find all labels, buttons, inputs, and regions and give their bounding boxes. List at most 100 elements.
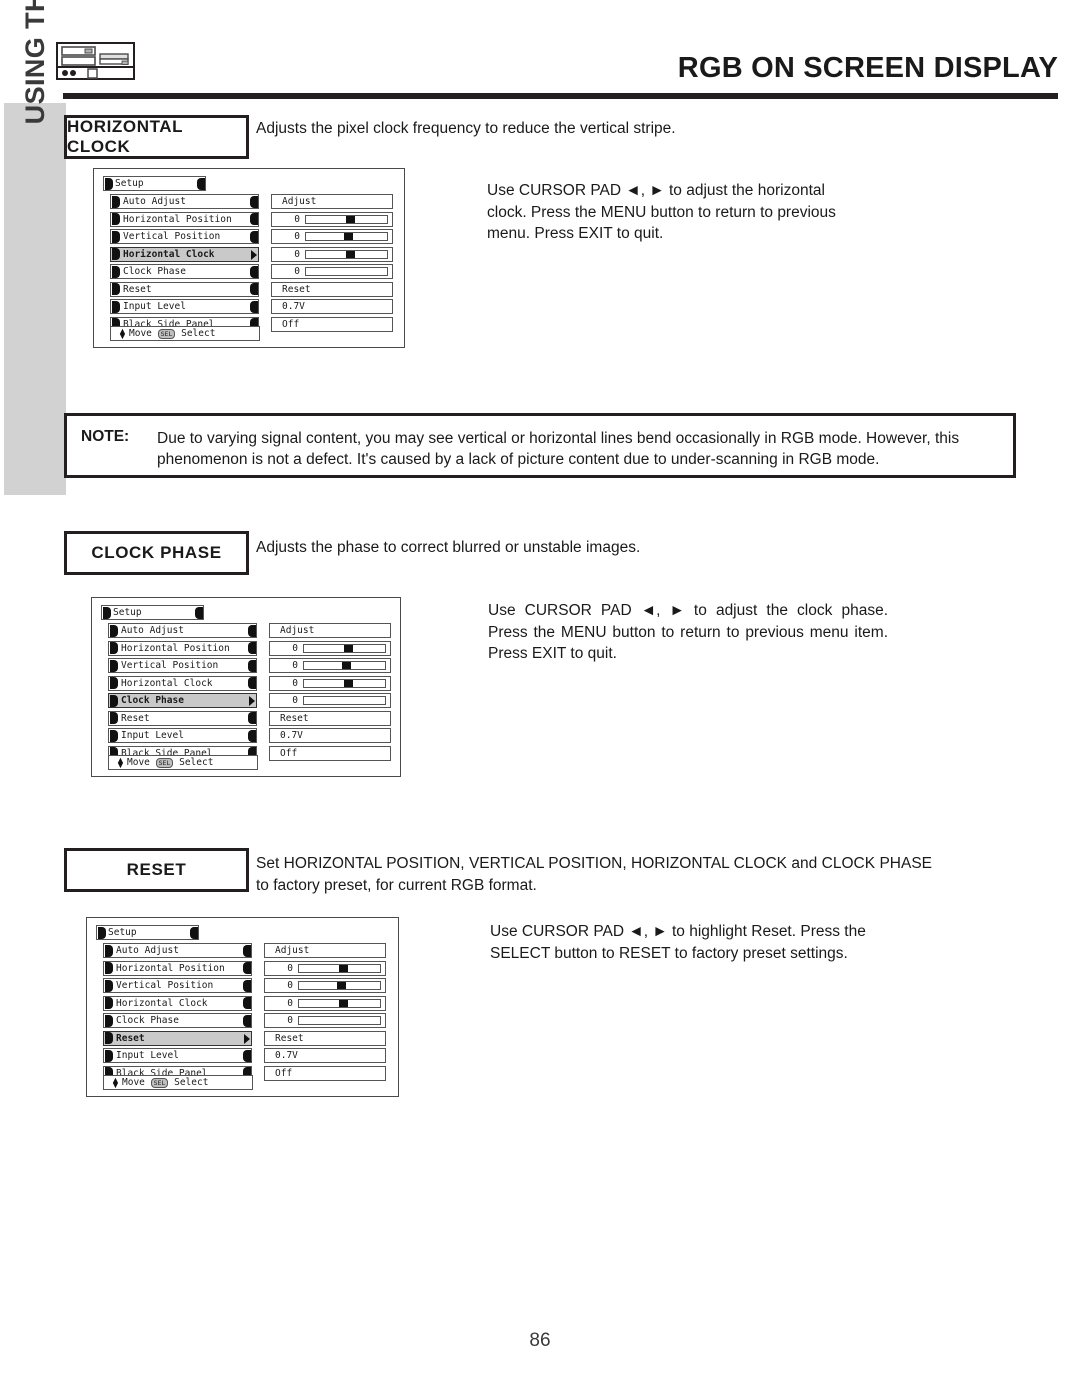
osd-row-label-box[interactable]: Horizontal Position [103, 960, 252, 976]
osd-row-slider-thumb[interactable] [342, 662, 352, 669]
osd-row-clock-phase[interactable]: Clock Phase 0 [103, 264, 395, 279]
osd-row-slider-thumb[interactable] [343, 644, 353, 652]
osd-row-left-cap-icon [109, 712, 118, 724]
osd-row-label-box[interactable]: Horizontal Clock [103, 995, 252, 1011]
osd-row-slider[interactable] [298, 963, 381, 973]
osd-row-value-box[interactable]: Off [269, 745, 391, 761]
osd-row-value-box[interactable]: Off [271, 316, 393, 332]
osd-row-vertical-position[interactable]: Vertical Position 0 [103, 229, 395, 244]
osd-row-input-level[interactable]: Input Level 0.7V [103, 299, 395, 314]
osd-row-label: Auto Adjust [116, 945, 179, 956]
osd-row-value-box[interactable]: 0 [269, 693, 391, 708]
osd-row-label-box[interactable]: Input Level [110, 299, 259, 314]
osd-row-slider-thumb[interactable] [337, 982, 347, 989]
osd-row-label-box[interactable]: Clock Phase [110, 264, 259, 279]
osd-row-label-box[interactable]: Vertical Position [108, 658, 257, 673]
sel-key-icon: SEL [150, 1078, 169, 1088]
osd-row-value-box[interactable]: 0 [271, 211, 393, 227]
osd-row-horizontal-clock[interactable]: Horizontal Clock 0 [96, 995, 389, 1011]
osd-row-value-box[interactable]: 0 [271, 229, 393, 244]
osd-row-slider[interactable] [303, 678, 386, 688]
osd-row-auto-adjust[interactable]: Auto Adjust Adjust [103, 194, 395, 209]
osd-row-value-box[interactable]: 0 [264, 960, 386, 976]
osd-row-label-box[interactable]: Auto Adjust [108, 623, 257, 638]
osd-row-value-box[interactable]: Adjust [269, 623, 391, 638]
osd-row-label-box[interactable]: Clock Phase [103, 1013, 252, 1028]
osd-row-label-box[interactable]: Reset [110, 281, 259, 297]
osd-row-value-number: 0 [292, 695, 298, 706]
osd-row-value-box[interactable]: 0 [271, 264, 393, 279]
osd-row-value-box[interactable]: 0 [271, 246, 393, 262]
osd-row-label-box[interactable]: Horizontal Position [110, 211, 259, 227]
osd-row-auto-adjust[interactable]: Auto Adjust Adjust [101, 623, 391, 638]
osd-row-value-box[interactable]: Off [264, 1065, 386, 1081]
osd-row-slider-thumb[interactable] [338, 964, 348, 972]
osd-row-vertical-position[interactable]: Vertical Position 0 [96, 978, 389, 993]
osd-row-horizontal-position[interactable]: Horizontal Position 0 [103, 211, 395, 227]
osd-row-value-box[interactable]: Adjust [264, 943, 386, 958]
osd-row-left-cap-icon [111, 248, 120, 260]
osd-row-slider-thumb[interactable] [343, 679, 353, 687]
osd-row-slider[interactable] [305, 214, 388, 224]
osd-row-value-box[interactable]: Reset [269, 710, 391, 726]
osd-row-clock-phase[interactable]: Clock Phase 0 [96, 1013, 389, 1028]
osd-row-horizontal-clock[interactable]: Horizontal Clock 0 [101, 675, 391, 691]
osd-row-value-box[interactable]: 0 [264, 1013, 386, 1028]
osd-row-label-box[interactable]: Input Level [108, 728, 257, 743]
osd-row-label-box[interactable]: Vertical Position [103, 978, 252, 993]
osd-row-label-box[interactable]: Horizontal Clock [108, 675, 257, 691]
osd-row-slider-thumb[interactable] [345, 215, 355, 223]
osd-row-label-box[interactable]: Vertical Position [110, 229, 259, 244]
osd-row-reset[interactable]: Reset Reset [103, 281, 395, 297]
osd-row-input-level[interactable]: Input Level 0.7V [96, 1048, 389, 1063]
osd-row-label-box[interactable]: Reset [103, 1030, 252, 1046]
osd-row-value-box[interactable]: Adjust [271, 194, 393, 209]
osd-row-value-box[interactable]: 0.7V [271, 299, 393, 314]
osd-row-vertical-position[interactable]: Vertical Position 0 [101, 658, 391, 673]
osd-row-label-box[interactable]: Auto Adjust [110, 194, 259, 209]
osd-row-slider-thumb[interactable] [344, 233, 354, 240]
osd-row-right-cap-icon [242, 1049, 251, 1062]
osd-row-slider[interactable] [305, 267, 388, 276]
osd-row-value-box[interactable]: Reset [264, 1030, 386, 1046]
osd-row-label-box[interactable]: Input Level [103, 1048, 252, 1063]
osd-row-slider[interactable] [305, 232, 388, 241]
osd-row-slider-thumb[interactable] [345, 250, 355, 258]
section-heading-label: HORIZONTAL CLOCK [67, 117, 183, 156]
osd-footer-text: Move SEL Select [122, 1076, 208, 1089]
osd-row-label-box[interactable]: Clock Phase [108, 693, 257, 708]
osd-row-value-box[interactable]: 0.7V [269, 728, 391, 743]
osd-row-value-box[interactable]: 0.7V [264, 1048, 386, 1063]
osd-row-reset[interactable]: Reset Reset [96, 1030, 389, 1046]
osd-title-left-cap-icon [104, 177, 113, 190]
osd-row-value-box[interactable]: 0 [264, 978, 386, 993]
osd-row-slider-thumb[interactable] [338, 999, 348, 1007]
osd-row-horizontal-clock[interactable]: Horizontal Clock 0 [103, 246, 395, 262]
osd-row-value-box[interactable]: Reset [271, 281, 393, 297]
osd-row-clock-phase[interactable]: Clock Phase 0 [101, 693, 391, 708]
osd-row-auto-adjust[interactable]: Auto Adjust Adjust [96, 943, 389, 958]
osd-row-slider[interactable] [298, 1016, 381, 1025]
osd-row-slider[interactable] [303, 661, 386, 670]
osd-row-slider[interactable] [303, 643, 386, 653]
osd-row-input-level[interactable]: Input Level 0.7V [101, 728, 391, 743]
osd-row-label-box[interactable]: Horizontal Position [108, 640, 257, 656]
osd-row-label-box[interactable]: Horizontal Clock [110, 246, 259, 262]
osd-row-value-box[interactable]: 0 [269, 675, 391, 691]
osd-row-label-box[interactable]: Reset [108, 710, 257, 726]
osd-title-right-cap-icon [194, 606, 203, 619]
osd-row-slider[interactable] [305, 249, 388, 259]
osd-row-value-box[interactable]: 0 [269, 640, 391, 656]
osd-row-slider[interactable] [298, 981, 381, 990]
osd-row-slider[interactable] [303, 696, 386, 705]
osd-rows: Auto Adjust Adjust Horizontal Position 0 Ver… [101, 623, 391, 761]
section-instructions-clock-phase: Use CURSOR PAD ◄, ► to adjust the clock … [488, 602, 888, 662]
osd-row-horizontal-position[interactable]: Horizontal Position 0 [96, 960, 389, 976]
osd-row-reset[interactable]: Reset Reset [101, 710, 391, 726]
note-label: NOTE: [81, 428, 130, 445]
osd-row-label-box[interactable]: Auto Adjust [103, 943, 252, 958]
osd-row-value-box[interactable]: 0 [269, 658, 391, 673]
osd-row-slider[interactable] [298, 998, 381, 1008]
osd-row-value-box[interactable]: 0 [264, 995, 386, 1011]
osd-row-horizontal-position[interactable]: Horizontal Position 0 [101, 640, 391, 656]
